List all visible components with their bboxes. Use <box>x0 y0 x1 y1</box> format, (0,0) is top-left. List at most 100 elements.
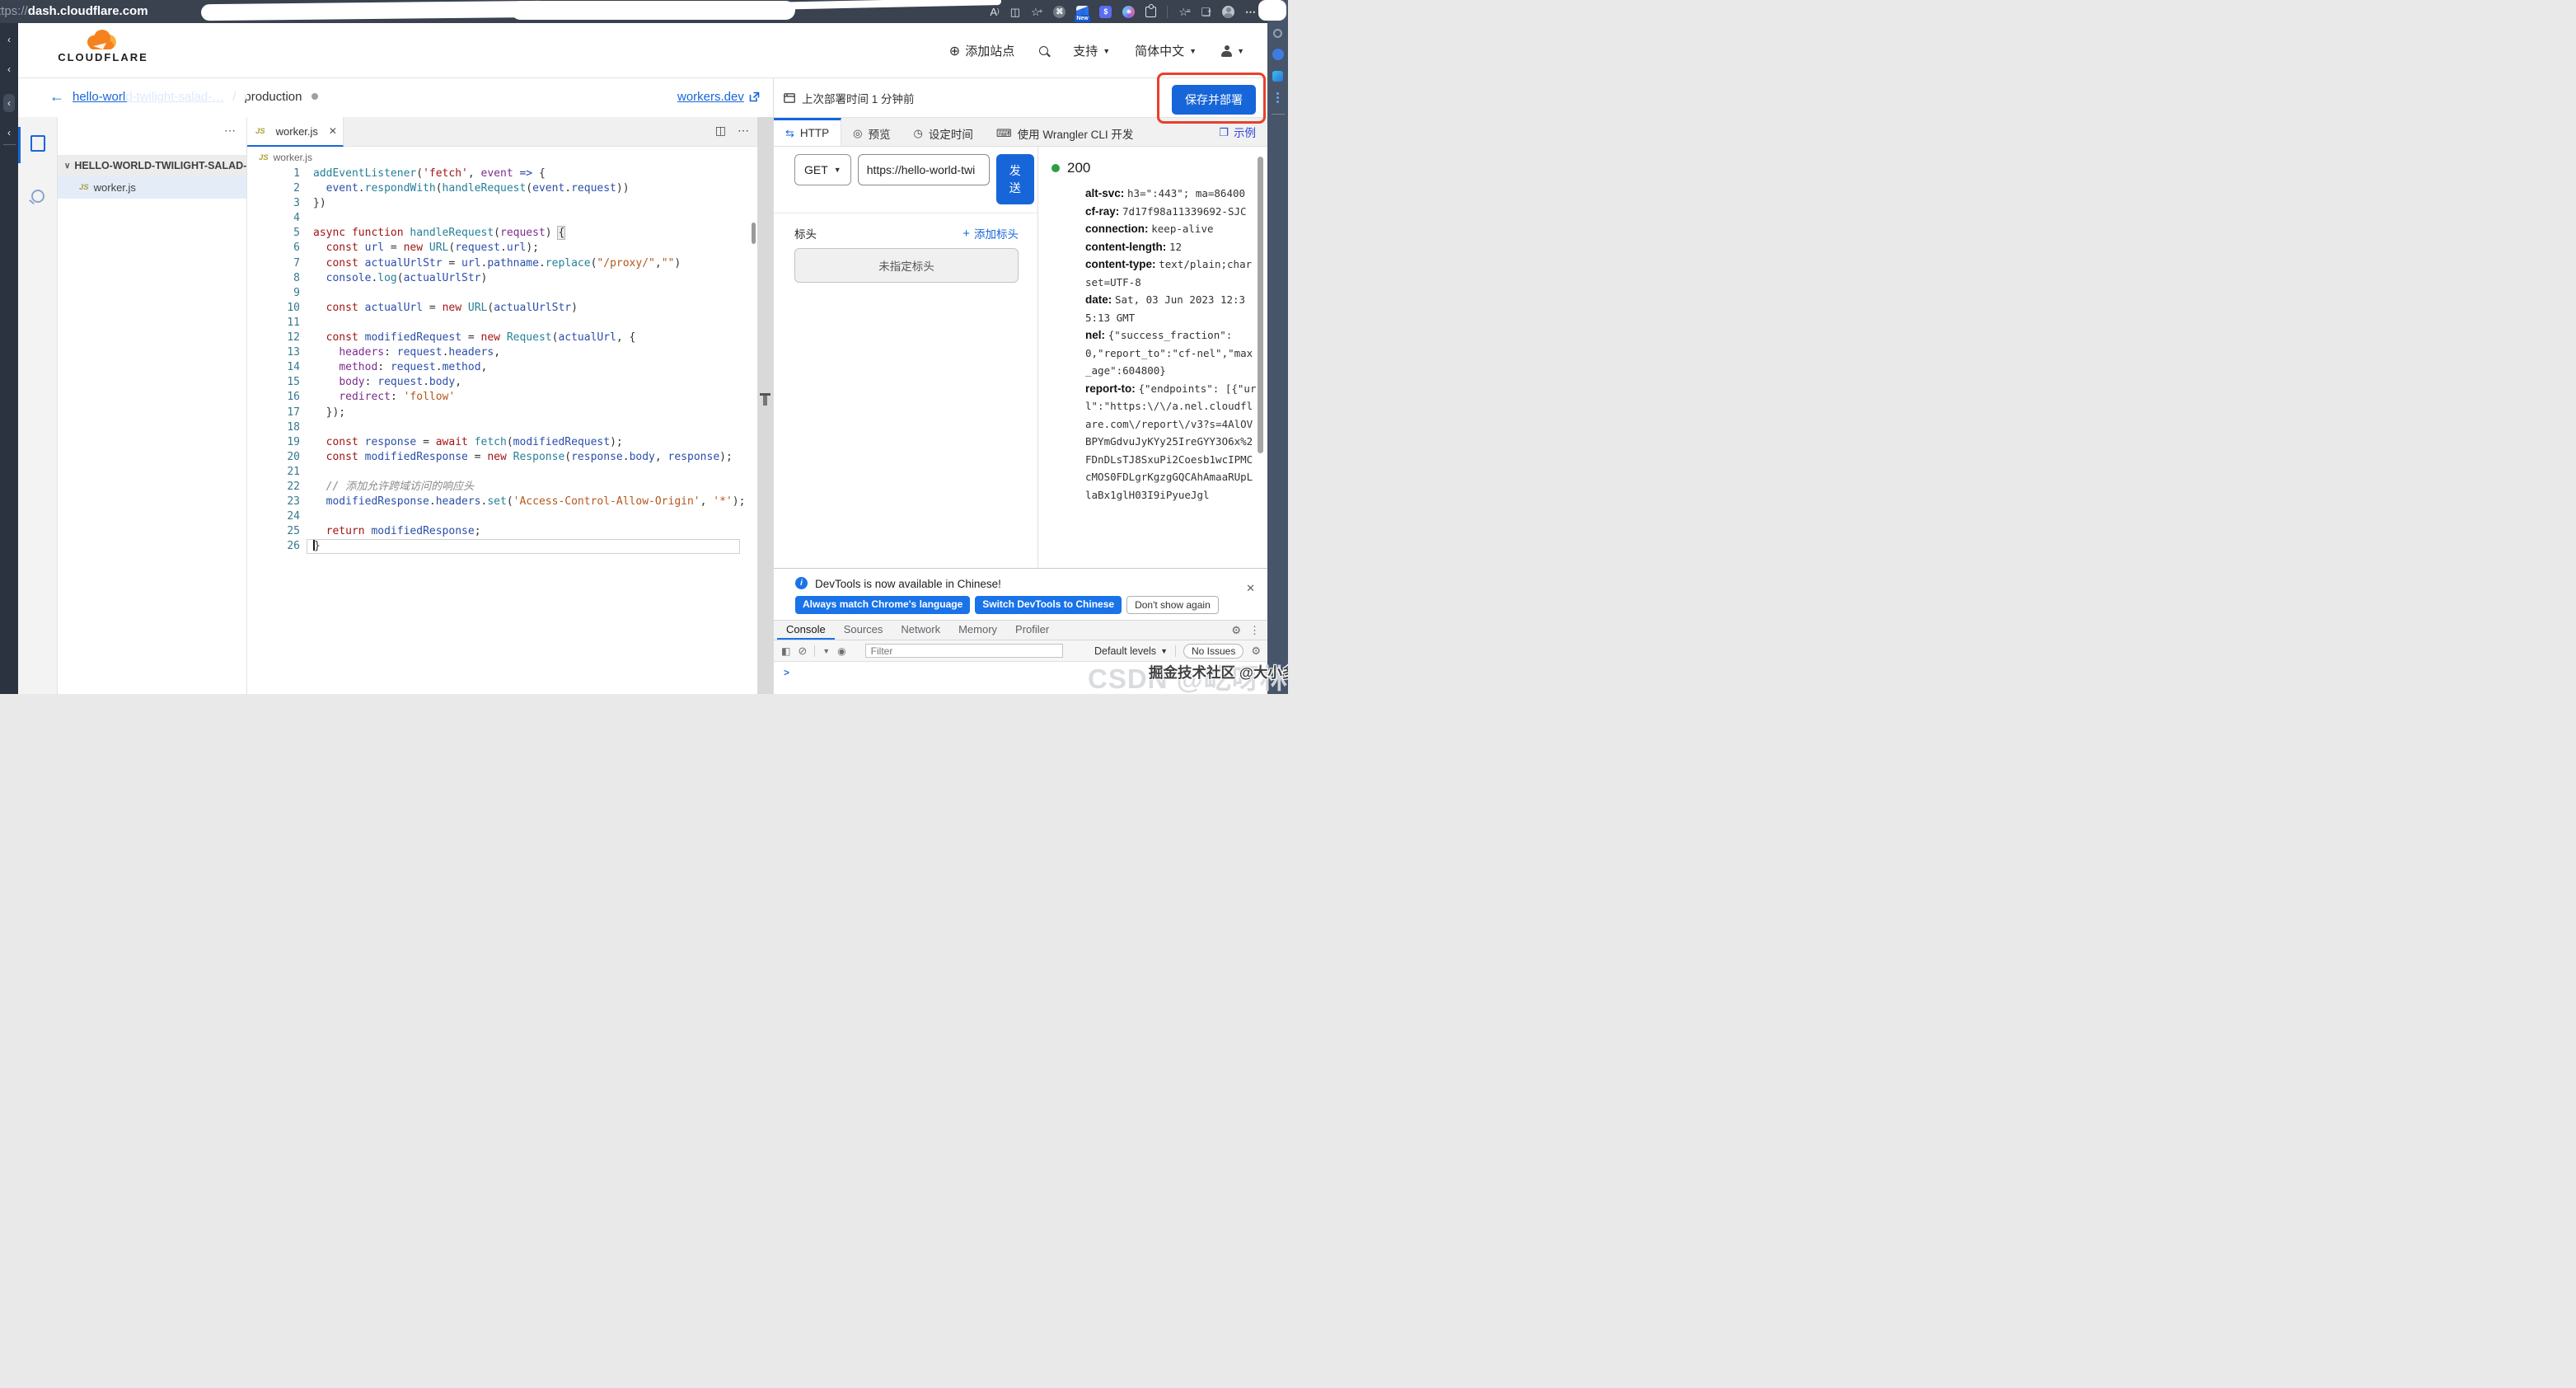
devtools-tab-network[interactable]: Network <box>892 621 949 640</box>
code-line-15[interactable]: 15 body: request.body, <box>254 375 752 390</box>
code-line-24[interactable]: 24 <box>254 509 752 524</box>
code-line-14[interactable]: 14 method: request.method, <box>254 360 752 375</box>
code-line-3[interactable]: 3}) <box>254 196 752 211</box>
code-line-1[interactable]: 1addEventListener('fetch', event => { <box>254 166 752 181</box>
code-line-17[interactable]: 17 }); <box>254 406 752 420</box>
code-line-7[interactable]: 7 const actualUrlStr = url.pathname.repl… <box>254 256 752 271</box>
tree-root-folder[interactable]: ∨ HELLO-WORLD-TWILIGHT-SALAD-... <box>58 155 246 176</box>
collapse-chevron-icon[interactable]: ‹ <box>7 35 11 45</box>
url-redaction-scribble <box>511 1 795 20</box>
console-sidebar-icon[interactable]: ◧ <box>781 645 790 657</box>
console-settings-icon[interactable]: ⚙ <box>1251 645 1261 658</box>
tab-wrangler[interactable]: 使用 Wrangler CLI 开发 <box>985 118 1145 146</box>
code-line-2[interactable]: 2 event.respondWith(handleRequest(event.… <box>254 181 752 196</box>
devtools-more-icon[interactable]: ⋮ <box>1249 624 1260 637</box>
code-line-4[interactable]: 4 <box>254 211 752 226</box>
editor-tab-workerjs[interactable]: JS worker.js ✕ <box>247 117 344 147</box>
browser-address-bar[interactable]: ttps://dash.cloudflare.com A) ◫ ☆+ ⌘ SNe… <box>0 0 1267 23</box>
context-dropdown-icon[interactable]: ▼ <box>822 647 830 655</box>
code-line-12[interactable]: 12 const modifiedRequest = new Request(a… <box>254 331 752 345</box>
devtools-tab-console[interactable]: Console <box>777 621 835 640</box>
dont-show-again-button[interactable]: Don't show again <box>1126 596 1219 614</box>
extension-s-icon[interactable]: SNew <box>1076 6 1089 18</box>
method-select[interactable]: GET▼ <box>794 154 851 185</box>
devtools-tab-memory[interactable]: Memory <box>949 621 1006 640</box>
code-line-19[interactable]: 19 const response = await fetch(modified… <box>254 435 752 450</box>
workers-dev-link[interactable]: workers.dev <box>677 90 760 104</box>
live-expression-icon[interactable]: ◉ <box>837 645 845 657</box>
code-line-9[interactable]: 9 <box>254 286 752 301</box>
code-line-10[interactable]: 10 const actualUrl = new URL(actualUrlSt… <box>254 301 752 316</box>
editor-scrollbar-thumb[interactable] <box>752 223 756 244</box>
extension-dollar-icon[interactable]: $ <box>1099 6 1112 18</box>
code-line-26[interactable]: 26} <box>254 539 752 554</box>
sidebar-app-icon[interactable] <box>1272 49 1284 60</box>
code-line-23[interactable]: 23 modifiedResponse.headers.set('Access-… <box>254 495 752 509</box>
search-button[interactable] <box>1039 46 1048 55</box>
back-arrow-icon[interactable]: ← <box>49 89 64 104</box>
language-menu[interactable]: 简体中文▼ <box>1135 42 1197 59</box>
code-line-16[interactable]: 16 redirect: 'follow' <box>254 390 752 405</box>
browser-menu-icon[interactable]: ⋯ <box>1245 7 1256 17</box>
splitter-handle[interactable] <box>763 396 767 406</box>
panel-splitter[interactable] <box>757 117 773 694</box>
openai-extension-icon[interactable]: ✳ <box>1122 6 1135 18</box>
code-line-5[interactable]: 5async function handleRequest(request) { <box>254 226 752 241</box>
devtools-tab-profiler[interactable]: Profiler <box>1006 621 1058 640</box>
code-line-22[interactable]: 22 // 添加允许跨域访问的响应头 <box>254 480 752 495</box>
editor-breadcrumb[interactable]: JS worker.js <box>259 152 312 163</box>
read-aloud-icon[interactable]: A) <box>990 7 999 17</box>
line-number: 25 <box>254 524 313 539</box>
code-line-21[interactable]: 21 <box>254 465 752 480</box>
devtools-settings-icon[interactable]: ⚙ <box>1231 624 1241 637</box>
clear-console-icon[interactable]: ⊘ <box>798 645 807 658</box>
close-tab-icon[interactable]: ✕ <box>329 125 337 137</box>
devtools-tab-sources[interactable]: Sources <box>835 621 892 640</box>
code-line-6[interactable]: 6 const url = new URL(request.url); <box>254 241 752 256</box>
tab-schedule[interactable]: 设定时间 <box>902 118 985 146</box>
switch-chinese-button[interactable]: Switch DevTools to Chinese <box>975 596 1122 614</box>
code-line-8[interactable]: 8 console.log(actualUrlStr) <box>254 271 752 286</box>
extension-shortcut-icon[interactable]: ⌘ <box>1053 6 1066 18</box>
sidebar-search-icon[interactable] <box>1273 29 1282 38</box>
code-content[interactable]: 1addEventListener('fetch', event => {2 e… <box>254 166 752 554</box>
devtools-tabs: ConsoleSourcesNetworkMemoryProfiler ⚙ ⋮ <box>774 620 1268 640</box>
send-button[interactable]: 发送 <box>996 154 1034 204</box>
split-screen-icon[interactable]: ◫ <box>1010 7 1020 17</box>
code-line-20[interactable]: 20 const modifiedResponse = new Response… <box>254 450 752 465</box>
sidebar-chat-icon[interactable] <box>1272 71 1283 82</box>
sidebar-apps-icon[interactable] <box>1276 92 1279 103</box>
collapse-chevron-icon[interactable]: ‹ <box>7 128 11 138</box>
match-language-button[interactable]: Always match Chrome's language <box>795 596 970 614</box>
extensions-puzzle-icon[interactable] <box>1145 7 1156 17</box>
add-site-button[interactable]: ⊕添加站点 <box>949 42 1014 59</box>
code-line-11[interactable]: 11 <box>254 316 752 331</box>
add-favorite-icon[interactable]: ☆+ <box>1031 7 1042 17</box>
console-filter-input[interactable] <box>865 644 1063 658</box>
support-menu[interactable]: 支持▼ <box>1073 42 1110 59</box>
request-url-input[interactable] <box>858 154 990 185</box>
files-view-icon[interactable] <box>30 135 45 152</box>
banner-close-icon[interactable]: ✕ <box>1246 582 1255 595</box>
cloudflare-logo[interactable]: CLOUDFLARE <box>58 28 148 63</box>
account-menu[interactable]: ▼ <box>1221 45 1244 56</box>
explorer-more-icon[interactable]: ⋯ <box>224 124 237 138</box>
collections-icon[interactable]: ❏+ <box>1201 7 1211 17</box>
log-levels-dropdown[interactable]: Default levels▼ <box>1094 645 1168 657</box>
tree-file-workerjs[interactable]: JS worker.js <box>58 176 246 199</box>
code-line-18[interactable]: 18 <box>254 420 752 435</box>
favorites-list-icon[interactable]: ☆≡ <box>1178 7 1190 17</box>
add-header-button[interactable]: +添加标头 <box>962 225 1019 241</box>
tab-preview[interactable]: 预览 <box>841 118 902 146</box>
code-line-13[interactable]: 13 headers: request.headers, <box>254 345 752 360</box>
issues-counter[interactable]: No Issues <box>1183 644 1244 659</box>
tab-http[interactable]: HTTP <box>774 118 841 146</box>
code-line-25[interactable]: 25 return modifiedResponse; <box>254 524 752 539</box>
split-editor-icon[interactable]: ◫ <box>715 124 726 138</box>
collapse-chevron-icon[interactable]: ‹ <box>7 64 11 74</box>
browser-profile-avatar[interactable] <box>1222 6 1234 18</box>
search-view-icon[interactable] <box>31 190 44 203</box>
response-scrollbar-thumb[interactable] <box>1258 157 1263 453</box>
editor-more-icon[interactable]: ⋯ <box>738 124 749 138</box>
collapse-chevron-icon-active[interactable]: ‹ <box>3 94 15 112</box>
